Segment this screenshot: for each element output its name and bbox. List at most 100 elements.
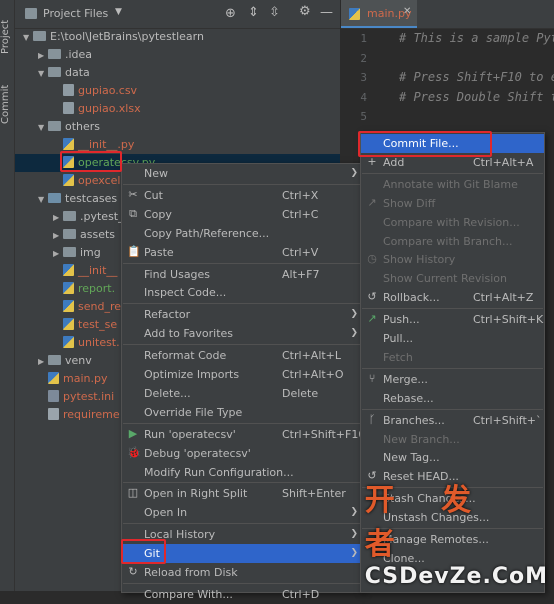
tree-file[interactable]: gupiao.csv — [15, 82, 340, 100]
tree-item-label: gupiao.csv — [78, 84, 138, 97]
menu-item-label: Open in Right Split — [144, 487, 248, 501]
menu-item[interactable]: Refactor ❯ — [122, 305, 362, 324]
expand-arrow-icon[interactable]: ▼ — [38, 65, 48, 83]
tree-folder[interactable]: ▼ data — [15, 64, 340, 82]
tree-item-label: others — [65, 120, 101, 133]
tree-item-label: main.py — [63, 372, 108, 385]
menu-item[interactable]: New Tag... — [361, 448, 544, 467]
menu-item-icon: ⑂ — [368, 371, 376, 385]
menu-item-label: Reformat Code — [144, 349, 227, 363]
collapse-arrow-icon[interactable]: ▶ — [53, 209, 63, 227]
chevron-down-icon[interactable]: ▼ — [115, 7, 122, 17]
tree-item-label: data — [65, 66, 90, 79]
menu-item-label: Delete... — [144, 386, 191, 400]
menu-item[interactable]: Copy Path/Reference... — [122, 224, 362, 243]
menu-item-icon: ⧉ — [129, 206, 137, 220]
tree-item-label: venv — [65, 354, 92, 367]
hide-icon[interactable]: — — [320, 5, 333, 20]
menu-item[interactable]: ⑂ Merge... — [361, 370, 544, 389]
folder-icon — [48, 355, 61, 365]
project-view-title[interactable]: Project Files — [43, 7, 108, 20]
expand-all-icon[interactable]: ⇕ — [248, 5, 259, 20]
collapse-arrow-icon[interactable]: ▶ — [53, 227, 63, 245]
menu-item[interactable]: ↺ Rollback... Ctrl+Alt+Z — [361, 288, 544, 307]
menu-item-label: Copy — [144, 207, 172, 221]
py-file-icon — [63, 138, 74, 150]
collapse-arrow-icon[interactable]: ▶ — [53, 245, 63, 263]
menu-item[interactable]: Pull... — [361, 329, 544, 348]
expand-arrow-icon[interactable]: ▼ — [23, 29, 33, 47]
menu-item-icon: ↻ — [128, 565, 138, 578]
menu-separator — [123, 582, 361, 584]
menu-item[interactable]: Optimize Imports Ctrl+Alt+O — [122, 365, 362, 384]
menu-item[interactable]: Modify Run Configuration... — [122, 463, 362, 482]
menu-item[interactable]: Add to Favorites ❯ — [122, 324, 362, 343]
menu-item[interactable]: ⧉ Copy Ctrl+C — [122, 205, 362, 224]
expand-arrow-icon[interactable]: ▼ — [38, 119, 48, 137]
tree-file[interactable]: gupiao.xlsx — [15, 100, 340, 118]
line-number: 3 — [360, 71, 367, 84]
tree-item-label: .pytest_ — [80, 210, 124, 223]
submenu-arrow-icon: ❯ — [350, 548, 358, 559]
py-file-icon — [63, 300, 74, 312]
menu-item[interactable]: Delete... Delete — [122, 384, 362, 403]
folder-icon — [33, 31, 46, 41]
submenu-arrow-icon: ❯ — [350, 529, 358, 540]
tree-item-label: __init__ — [78, 264, 118, 277]
menu-item[interactable]: Open In ❯ — [122, 503, 362, 522]
tree-folder[interactable]: ▶ .idea — [15, 46, 340, 64]
menu-separator — [362, 408, 543, 410]
code-line: # Press Shift+F10 to e — [399, 70, 554, 84]
tree-folder[interactable]: ▼ E:\tool\JetBrains\pytestlearn — [15, 28, 340, 46]
locate-icon[interactable]: ⊕ — [225, 6, 236, 21]
project-tool-tab[interactable]: Project — [0, 4, 14, 54]
menu-item-label: Copy Path/Reference... — [144, 226, 270, 240]
collapse-arrow-icon[interactable]: ▶ — [38, 353, 48, 371]
menu-item[interactable]: ↗ Push... Ctrl+Shift+K — [361, 310, 544, 329]
menu-item-label: Run 'operatecsv' — [144, 427, 236, 441]
tree-item-label: test_se — [78, 318, 118, 331]
menu-item[interactable]: Compare With... Ctrl+D — [122, 585, 362, 604]
py-file-icon — [63, 336, 74, 348]
collapse-all-icon[interactable]: ⇳ — [269, 5, 280, 20]
menu-item[interactable]: ✂ Cut Ctrl+X — [122, 186, 362, 205]
menu-item-label: Cut — [144, 188, 163, 202]
menu-item-label: Rebase... — [383, 391, 434, 405]
menu-item[interactable]: Override File Type — [122, 403, 362, 422]
tree-item-label: E:\tool\JetBrains\pytestlearn — [50, 30, 204, 43]
close-icon[interactable]: ✕ — [403, 6, 411, 17]
menu-item-label: Compare With... — [144, 587, 233, 601]
tree-folder[interactable]: ▼ others — [15, 118, 340, 136]
menu-item-label: New — [144, 167, 168, 180]
menu-item[interactable]: ◫ Open in Right Split Shift+Enter — [122, 484, 362, 503]
expand-arrow-icon[interactable]: ▼ — [38, 191, 48, 209]
collapse-arrow-icon[interactable]: ▶ — [38, 47, 48, 65]
code-line: # This is a sample Pyt — [399, 31, 554, 45]
menu-item[interactable]: Find Usages Alt+F7 — [122, 265, 362, 284]
menu-item[interactable]: ↻ Reload from Disk — [122, 563, 362, 582]
commit-tool-tab[interactable]: Commit — [0, 78, 14, 124]
menu-separator — [362, 308, 543, 310]
menu-item[interactable]: Inspect Code... — [122, 283, 362, 302]
menu-item-icon: ◫ — [127, 486, 139, 500]
menu-item[interactable]: 📋 Paste Ctrl+V — [122, 243, 362, 262]
menu-item[interactable]: New ❯ — [122, 164, 362, 183]
menu-item[interactable]: ᚴ Branches... Ctrl+Shift+` — [361, 411, 544, 430]
tree-item-label: gupiao.xlsx — [78, 102, 141, 115]
tree-item-label: __init__.py — [78, 138, 135, 151]
folder-icon — [63, 211, 76, 221]
py-file-icon — [63, 318, 74, 330]
menu-item[interactable]: ▶ Run 'operatecsv' Ctrl+Shift+F10 — [122, 425, 366, 444]
tab-main-py[interactable]: main.py ✕ — [341, 0, 417, 28]
menu-item[interactable]: 🐞 Debug 'operatecsv' — [122, 444, 362, 463]
gear-icon[interactable]: ⚙ — [299, 4, 311, 19]
menu-item[interactable]: Rebase... — [361, 389, 544, 408]
menu-item-label: Add to Favorites — [144, 327, 234, 341]
submenu-arrow-icon: ❯ — [350, 309, 358, 320]
submenu-arrow-icon: ❯ — [350, 168, 358, 178]
menu-separator — [123, 482, 361, 484]
menu-item-label: Rollback... — [383, 291, 440, 305]
menu-item-label: Fetch — [383, 350, 413, 364]
menu-item[interactable]: Reformat Code Ctrl+Alt+L — [122, 346, 362, 365]
menu-item-label: Branches... — [383, 413, 445, 427]
